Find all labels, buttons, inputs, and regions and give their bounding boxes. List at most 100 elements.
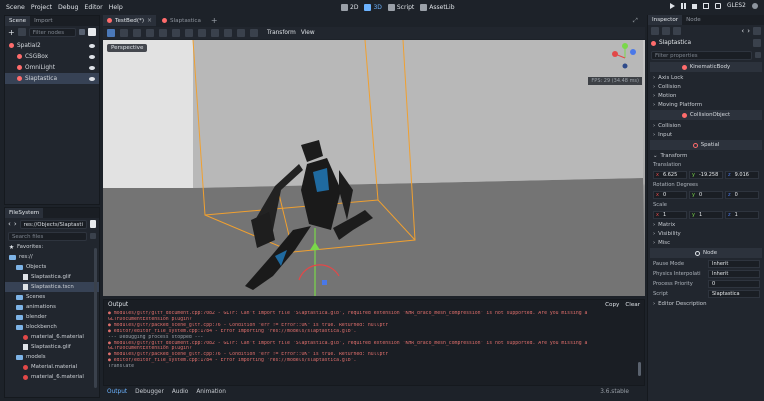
scene-node[interactable]: OmniLight bbox=[5, 62, 99, 73]
select-tool-icon[interactable] bbox=[107, 29, 115, 37]
link-icon[interactable] bbox=[17, 28, 26, 36]
add-node-icon[interactable]: + bbox=[8, 28, 15, 37]
menu-debug[interactable]: Debug bbox=[55, 0, 81, 15]
filter-properties-input[interactable]: Filter properties bbox=[651, 50, 752, 60]
property-value[interactable]: Inherit bbox=[708, 270, 760, 278]
tab-node[interactable]: Node bbox=[682, 15, 705, 25]
filesystem-item[interactable]: models bbox=[5, 352, 99, 362]
forward-icon[interactable]: › bbox=[14, 220, 17, 228]
search-files-input[interactable]: Search files bbox=[8, 231, 87, 241]
transform-menu[interactable]: Transform bbox=[267, 30, 296, 36]
local-space-icon[interactable] bbox=[224, 29, 232, 37]
save-resource-icon[interactable] bbox=[673, 27, 681, 35]
scene-node[interactable]: Slaptastica bbox=[5, 73, 99, 84]
section-editor-description[interactable]: › Editor Description bbox=[648, 299, 764, 308]
workspace-script[interactable]: Script bbox=[387, 4, 414, 11]
history-back-icon[interactable]: ‹ bbox=[741, 27, 744, 35]
play-custom-icon[interactable] bbox=[715, 3, 721, 9]
workspace-2d[interactable]: 2D bbox=[341, 4, 358, 11]
new-resource-icon[interactable] bbox=[651, 27, 659, 35]
tab-audio[interactable]: Audio bbox=[172, 389, 188, 395]
move-tool-icon[interactable] bbox=[120, 29, 128, 37]
filesystem-item[interactable]: blender bbox=[5, 312, 99, 322]
play-icon[interactable] bbox=[670, 3, 675, 9]
property-value[interactable]: Slaptastica bbox=[708, 290, 760, 298]
filesystem-item[interactable]: Material.material bbox=[5, 362, 99, 372]
translation-y[interactable]: y -19.258 bbox=[689, 171, 723, 179]
scale-tool-icon[interactable] bbox=[146, 29, 154, 37]
property-value[interactable]: 0 bbox=[708, 280, 760, 288]
play-scene-icon[interactable] bbox=[703, 3, 709, 9]
path-field[interactable]: res://Objects/Slaptasti bbox=[19, 219, 87, 229]
scene-tab-slaptastica[interactable]: Slaptastica bbox=[158, 15, 205, 26]
tab-output[interactable]: Output bbox=[107, 389, 127, 395]
rotation-y[interactable]: y0 bbox=[689, 191, 723, 199]
tab-scene[interactable]: Scene bbox=[5, 16, 31, 26]
scale-x[interactable]: x1 bbox=[653, 211, 687, 219]
filesystem-item[interactable]: animations bbox=[5, 302, 99, 312]
filesystem-item[interactable]: Objects bbox=[5, 262, 99, 272]
translation-x[interactable]: x 6.625 bbox=[653, 171, 687, 179]
menu-editor[interactable]: Editor bbox=[81, 0, 105, 15]
camera-icon[interactable] bbox=[250, 29, 258, 37]
filesystem-item[interactable]: Slaptastica.glif bbox=[5, 342, 99, 352]
renderer-label[interactable]: GLES2 bbox=[727, 3, 746, 9]
translation-z[interactable]: z 9.016 bbox=[725, 171, 759, 179]
scene-node[interactable]: Spatial2 bbox=[5, 40, 99, 51]
filesystem-item[interactable]: Slaptastica.glif bbox=[5, 272, 99, 282]
tab-filesystem[interactable]: FileSystem bbox=[5, 208, 44, 218]
filesystem-item[interactable]: Slaptastica.tscn bbox=[5, 282, 99, 292]
rotate-tool-icon[interactable] bbox=[133, 29, 141, 37]
inspector-section[interactable]: › Input bbox=[648, 130, 764, 139]
list-select-icon[interactable] bbox=[159, 29, 167, 37]
filesystem-item[interactable]: Scenes bbox=[5, 292, 99, 302]
menu-help[interactable]: Help bbox=[106, 0, 126, 15]
inspector-section[interactable]: › Matrix bbox=[648, 220, 764, 229]
distraction-free-icon[interactable]: ⤢ bbox=[633, 17, 638, 25]
tab-animation[interactable]: Animation bbox=[196, 389, 226, 395]
lock-icon[interactable] bbox=[172, 29, 180, 37]
ungroup-icon[interactable] bbox=[211, 29, 219, 37]
inspector-section[interactable]: › Misc bbox=[648, 238, 764, 247]
snap-icon[interactable] bbox=[237, 29, 245, 37]
scene-node[interactable]: CSGBox bbox=[5, 51, 99, 62]
history-forward-icon[interactable]: › bbox=[747, 27, 750, 35]
workspace-assetlib[interactable]: AssetLib bbox=[420, 4, 455, 11]
object-menu-icon[interactable] bbox=[753, 39, 761, 47]
rotation-z[interactable]: z0 bbox=[725, 191, 759, 199]
stop-icon[interactable] bbox=[692, 3, 697, 9]
tab-debugger[interactable]: Debugger bbox=[135, 389, 164, 395]
section-transform[interactable]: ⌄ Transform bbox=[648, 151, 764, 160]
menu-scene[interactable]: Scene bbox=[3, 0, 28, 15]
filter-nodes-input[interactable]: Filter nodes bbox=[28, 27, 76, 37]
filesystem-item[interactable]: Favorites: bbox=[5, 242, 99, 252]
3d-viewport[interactable]: Perspective FPS: 29 (34.48 ms) bbox=[103, 40, 645, 296]
filesystem-scrollbar[interactable] bbox=[94, 248, 97, 388]
visibility-eye-icon[interactable] bbox=[89, 43, 95, 48]
inspector-section[interactable]: › Motion bbox=[648, 91, 764, 100]
unlock-icon[interactable] bbox=[185, 29, 193, 37]
inspector-section[interactable]: › Axis Lock bbox=[648, 73, 764, 82]
tab-inspector[interactable]: Inspector bbox=[648, 15, 683, 25]
pause-icon[interactable] bbox=[681, 3, 686, 9]
close-icon[interactable]: × bbox=[147, 17, 152, 24]
rotation-x[interactable]: x0 bbox=[653, 191, 687, 199]
filesystem-item[interactable]: material_6.material bbox=[5, 332, 99, 342]
add-scene-tab-icon[interactable]: + bbox=[211, 16, 218, 25]
load-resource-icon[interactable] bbox=[662, 27, 670, 35]
property-value[interactable]: Inherit bbox=[708, 260, 760, 268]
scale-z[interactable]: z1 bbox=[725, 211, 759, 219]
inspector-section[interactable]: › Moving Platform bbox=[648, 100, 764, 109]
copy-button[interactable]: Copy bbox=[605, 302, 619, 308]
visibility-eye-icon[interactable] bbox=[89, 76, 95, 81]
scene-tab-testbed[interactable]: TestBed(*) × bbox=[103, 15, 157, 26]
filesystem-item[interactable]: material_6.material bbox=[5, 372, 99, 382]
back-icon[interactable]: ‹ bbox=[8, 220, 11, 228]
view-menu[interactable]: View bbox=[301, 30, 315, 36]
script-icon[interactable] bbox=[88, 28, 96, 36]
visibility-eye-icon[interactable] bbox=[89, 54, 95, 59]
perspective-menu[interactable]: Perspective bbox=[107, 44, 148, 52]
menu-project[interactable]: Project bbox=[28, 0, 55, 15]
inspector-section[interactable]: › Collision bbox=[648, 82, 764, 91]
output-scrollbar[interactable] bbox=[638, 362, 641, 376]
